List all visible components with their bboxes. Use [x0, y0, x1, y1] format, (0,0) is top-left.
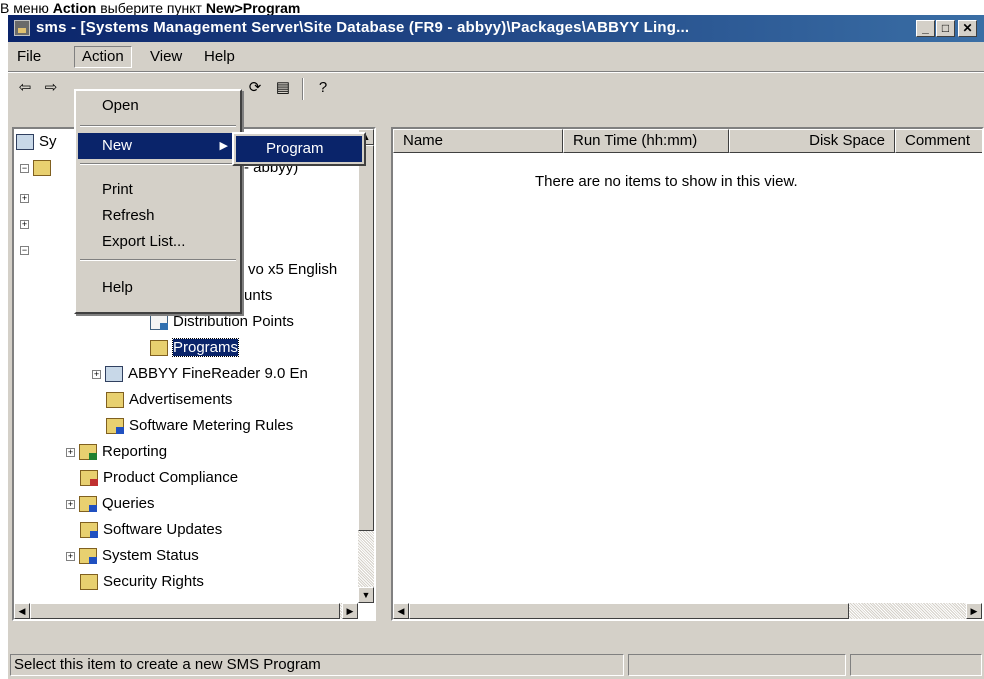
tree-root[interactable]: Sy — [16, 129, 57, 155]
tree-package-label[interactable]: vo x5 English — [248, 257, 337, 283]
software-updates-icon — [80, 522, 98, 539]
maximize-button[interactable]: □ — [936, 20, 955, 37]
minimize-button[interactable]: _ — [916, 20, 935, 37]
scrollbar-thumb[interactable] — [409, 603, 849, 619]
reporting-icon — [79, 444, 97, 461]
column-header-name[interactable]: Name — [393, 129, 563, 153]
collapse-icon[interactable]: − — [20, 163, 29, 173]
scroll-right-icon[interactable]: ▶ — [966, 603, 982, 619]
scroll-left-icon[interactable]: ◀ — [14, 603, 30, 619]
tree-item-reporting[interactable]: + Reporting — [66, 439, 167, 465]
column-header-comment[interactable]: Comment — [895, 129, 982, 153]
collapse-icon[interactable]: − — [20, 241, 33, 258]
scroll-right-icon[interactable]: ▶ — [342, 603, 358, 619]
scrollbar-thumb[interactable] — [358, 145, 374, 531]
title-bar[interactable]: sms - [Systems Management Server\Site Da… — [8, 15, 984, 42]
caption-item: New>Program — [205, 0, 301, 16]
scroll-left-icon[interactable]: ◀ — [393, 603, 409, 619]
tree-root-label: Sy — [39, 133, 57, 150]
expand-icon[interactable]: + — [66, 499, 75, 509]
system-status-icon — [79, 548, 97, 565]
empty-list-message: There are no items to show in this view. — [535, 173, 798, 190]
tree-vertical-scrollbar[interactable]: ▲ ▼ — [358, 129, 374, 603]
scroll-down-icon[interactable]: ▼ — [358, 587, 374, 603]
menu-item-open[interactable]: Open — [78, 93, 238, 119]
menu-view[interactable]: View — [143, 47, 189, 67]
new-submenu: Program — [232, 132, 366, 166]
menu-separator — [80, 259, 236, 261]
queries-icon — [79, 496, 97, 513]
tree-item-security-rights[interactable]: Security Rights — [80, 569, 204, 595]
security-rights-icon — [80, 574, 98, 591]
tree-item-product-compliance[interactable]: Product Compliance — [80, 465, 238, 491]
toolbar-separator — [302, 78, 304, 100]
tree-item-queries[interactable]: + Queries — [66, 491, 155, 517]
menu-bar: File Action View Help — [8, 42, 984, 72]
tree-item-system-status[interactable]: + System Status — [66, 543, 199, 569]
list-horizontal-scrollbar[interactable]: ◀ ▶ — [393, 603, 982, 619]
menu-item-export-list[interactable]: Export List... — [78, 229, 238, 255]
menu-file[interactable]: File — [10, 47, 48, 67]
list-pane[interactable]: Name Run Time (hh:mm) Disk Space Comment… — [391, 127, 984, 621]
tree-item-software-metering-rules[interactable]: Software Metering Rules — [106, 413, 293, 439]
action-menu-dropdown: Open New ▶ Print Refresh Export List... … — [74, 89, 242, 314]
software-metering-icon — [106, 418, 124, 435]
distribution-points-icon — [150, 314, 168, 331]
refresh-icon[interactable]: ⟳ — [244, 78, 266, 98]
menu-item-help[interactable]: Help — [78, 275, 238, 301]
site-database-icon — [16, 134, 34, 151]
advertisements-icon — [106, 392, 124, 409]
tree-horizontal-scrollbar[interactable]: ◀ ▶ — [14, 603, 358, 619]
caption-prefix: В меню — [0, 0, 53, 16]
tree-item-programs[interactable]: Programs — [150, 335, 240, 361]
menu-item-new[interactable]: New ▶ — [78, 133, 238, 159]
app-icon[interactable] — [14, 20, 30, 36]
close-button[interactable]: ✕ — [958, 20, 977, 37]
sms-window: sms - [Systems Management Server\Site Da… — [8, 15, 984, 679]
product-compliance-icon — [80, 470, 98, 487]
tree-site[interactable]: − - abbyy) — [20, 155, 298, 181]
status-bar: Select this item to create a new SMS Pro… — [8, 651, 984, 679]
submenu-item-program[interactable]: Program — [236, 136, 362, 162]
scrollbar-thumb[interactable] — [30, 603, 340, 619]
forward-arrow-icon[interactable]: ⇨ — [40, 78, 62, 98]
caption-menu: Action — [52, 0, 97, 16]
tree-item-software-updates[interactable]: Software Updates — [80, 517, 222, 543]
expand-icon[interactable]: + — [20, 189, 33, 206]
tree-item-abbyy-finereader[interactable]: + ABBYY FineReader 9.0 En — [92, 361, 308, 387]
tree-item-advertisements[interactable]: Advertisements — [106, 387, 232, 413]
menu-help[interactable]: Help — [197, 47, 242, 67]
caption-middle: выберите пункт — [96, 0, 206, 16]
package-icon — [105, 366, 123, 383]
expand-icon[interactable]: + — [66, 447, 75, 457]
menu-item-print[interactable]: Print — [78, 177, 238, 203]
menu-separator — [80, 125, 236, 127]
expand-icon[interactable]: + — [92, 369, 101, 379]
menu-separator — [80, 163, 236, 165]
programs-icon — [150, 340, 168, 357]
column-header-run-time[interactable]: Run Time (hh:mm) — [563, 129, 729, 153]
column-header-disk-space[interactable]: Disk Space — [729, 129, 895, 153]
expand-icon[interactable]: + — [66, 551, 75, 561]
submenu-arrow-icon: ▶ — [219, 140, 228, 152]
status-panel-3 — [850, 654, 982, 676]
window-title: sms - [Systems Management Server\Site Da… — [36, 19, 690, 36]
status-text: Select this item to create a new SMS Pro… — [10, 654, 624, 676]
folder-icon — [33, 160, 51, 177]
help-icon[interactable]: ? — [312, 78, 334, 98]
menu-item-refresh[interactable]: Refresh — [78, 203, 238, 229]
menu-action[interactable]: Action — [74, 46, 132, 68]
back-arrow-icon[interactable]: ⇦ — [14, 78, 36, 98]
export-list-icon[interactable]: ▤ — [272, 78, 294, 98]
expand-icon[interactable]: + — [20, 215, 33, 232]
status-panel-2 — [628, 654, 846, 676]
